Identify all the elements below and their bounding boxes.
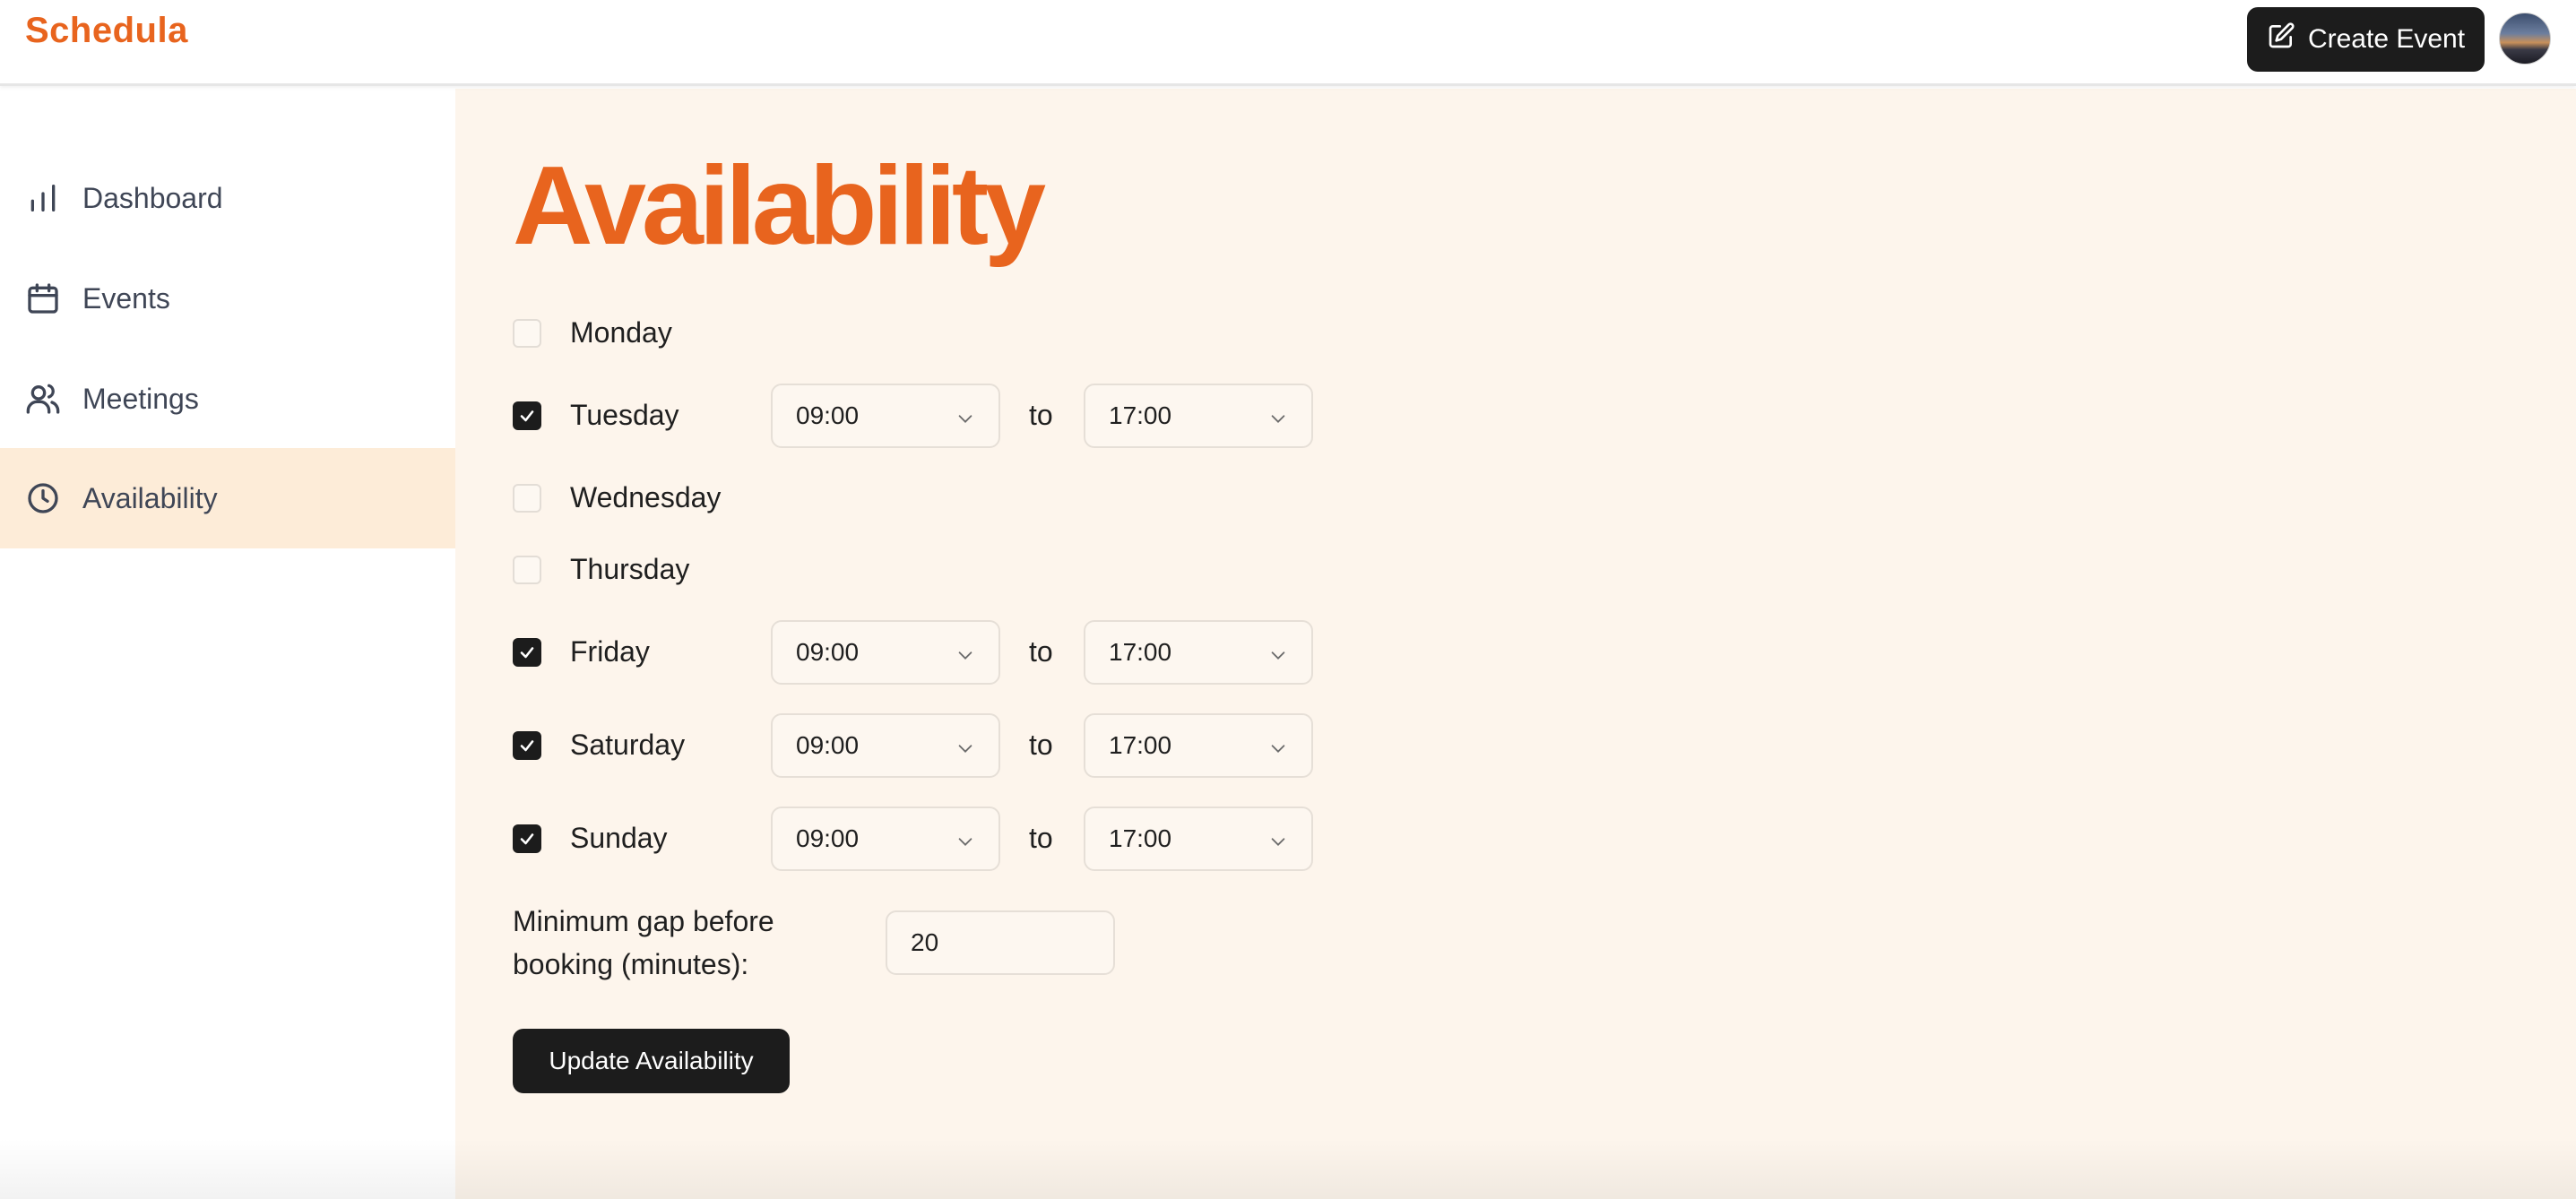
update-availability-button[interactable]: Update Availability — [513, 1029, 790, 1093]
chevron-down-icon — [958, 415, 972, 423]
day-row-tuesday: Tuesday 09:00 to 17:00 — [513, 384, 1319, 448]
app-logo[interactable]: Schedula — [25, 11, 188, 51]
check-icon — [520, 740, 534, 752]
wednesday-checkbox[interactable] — [513, 484, 541, 513]
sidebar: Dashboard Events Meetings Availability — [0, 89, 455, 1199]
day-label: Monday — [570, 316, 672, 349]
saturday-checkbox[interactable] — [513, 731, 541, 760]
sunday-checkbox[interactable] — [513, 824, 541, 853]
day-label: Tuesday — [570, 399, 679, 431]
to-label: to — [1029, 729, 1053, 761]
end-time-value: 17:00 — [1109, 824, 1172, 852]
end-time-value: 17:00 — [1109, 638, 1172, 666]
sidebar-item-events[interactable]: Events — [0, 248, 455, 349]
friday-checkbox[interactable] — [513, 638, 541, 667]
sunday-start-select[interactable]: 09:00 — [771, 807, 1000, 871]
to-label: to — [1029, 635, 1053, 668]
saturday-start-select[interactable]: 09:00 — [771, 713, 1000, 778]
day-label: Wednesday — [570, 481, 722, 513]
create-event-label: Create Event — [2307, 24, 2466, 54]
sidebar-item-dashboard[interactable]: Dashboard — [0, 148, 455, 248]
check-icon — [520, 833, 534, 845]
to-label: to — [1029, 399, 1053, 431]
users-icon — [25, 381, 61, 417]
clock-icon — [25, 480, 61, 516]
chevron-down-icon — [1271, 651, 1285, 660]
start-time-value: 09:00 — [796, 638, 860, 666]
check-icon — [520, 410, 534, 422]
check-icon — [520, 647, 534, 659]
tuesday-checkbox[interactable] — [513, 401, 541, 430]
tuesday-start-select[interactable]: 09:00 — [771, 384, 1000, 448]
friday-end-select[interactable]: 17:00 — [1084, 620, 1313, 685]
day-row-sunday: Sunday 09:00 to 17:00 — [513, 807, 1319, 871]
sidebar-item-label: Meetings — [82, 382, 199, 415]
tuesday-end-select[interactable]: 17:00 — [1084, 384, 1313, 448]
day-label: Saturday — [570, 729, 686, 761]
chevron-down-icon — [958, 745, 972, 753]
day-label: Friday — [570, 635, 650, 668]
end-time-value: 17:00 — [1109, 731, 1172, 759]
chevron-down-icon — [1271, 838, 1285, 846]
to-label: to — [1029, 822, 1053, 854]
sidebar-item-meetings[interactable]: Meetings — [0, 349, 455, 449]
avatar[interactable] — [2499, 13, 2551, 65]
friday-start-select[interactable]: 09:00 — [771, 620, 1000, 685]
day-row-wednesday: Wednesday — [513, 471, 1319, 525]
start-time-value: 09:00 — [796, 824, 860, 852]
minimum-gap-input[interactable]: 20 — [886, 910, 1115, 975]
bar-chart-icon — [25, 180, 61, 216]
edit-icon — [2267, 22, 2295, 57]
day-row-saturday: Saturday 09:00 to 17:00 — [513, 713, 1319, 778]
create-event-button[interactable]: Create Event — [2247, 7, 2485, 72]
day-row-friday: Friday 09:00 to 17:00 — [513, 620, 1319, 685]
page-title: Availability — [513, 144, 1046, 268]
day-label: Sunday — [570, 822, 668, 854]
thursday-checkbox[interactable] — [513, 556, 541, 584]
sidebar-item-label: Events — [82, 281, 170, 315]
calendar-icon — [25, 280, 61, 316]
sidebar-item-label: Dashboard — [82, 181, 223, 214]
end-time-value: 17:00 — [1109, 401, 1172, 429]
minimum-gap-value: 20 — [911, 928, 939, 956]
day-label: Thursday — [570, 553, 690, 585]
sidebar-item-label: Availability — [82, 481, 218, 514]
day-row-thursday: Thursday — [513, 543, 1319, 597]
top-header: Schedula Create Event — [0, 0, 2576, 86]
chevron-down-icon — [1271, 745, 1285, 753]
chevron-down-icon — [1271, 415, 1285, 423]
chevron-down-icon — [958, 838, 972, 846]
start-time-value: 09:00 — [796, 401, 860, 429]
chevron-down-icon — [958, 651, 972, 660]
start-time-value: 09:00 — [796, 731, 860, 759]
minimum-gap-label: Minimum gap before booking (minutes): — [513, 905, 774, 980]
day-row-monday: Monday — [513, 306, 1319, 360]
monday-checkbox[interactable] — [513, 319, 541, 348]
sunday-end-select[interactable]: 17:00 — [1084, 807, 1313, 871]
sidebar-item-availability[interactable]: Availability — [0, 448, 455, 548]
saturday-end-select[interactable]: 17:00 — [1084, 713, 1313, 778]
